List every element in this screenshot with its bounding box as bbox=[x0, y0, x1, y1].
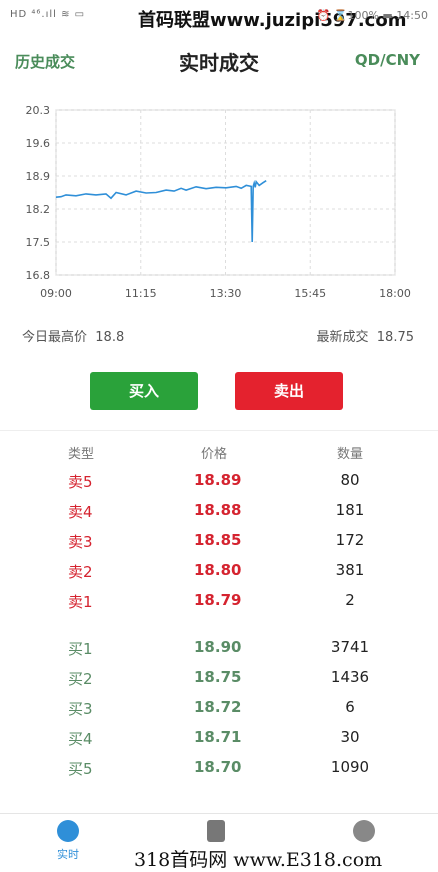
bid-type: 买5 bbox=[68, 760, 93, 778]
refresh-icon bbox=[57, 820, 79, 842]
bid-qty: 30 bbox=[340, 728, 360, 746]
price-chart: 20.3 19.6 18.9 18.2 17.5 16.8 09:00 11:15 13:30… bbox=[26, 104, 411, 300]
ask-row[interactable]: 卖5 18.89 80 bbox=[0, 471, 438, 499]
tab-profile[interactable] bbox=[334, 820, 394, 846]
ask-price: 18.85 bbox=[194, 531, 242, 549]
price-line bbox=[55, 179, 267, 243]
last-trade: 最新成交 18.75 bbox=[317, 326, 415, 345]
bid-price: 18.71 bbox=[194, 728, 242, 746]
header-price: 价格 bbox=[201, 447, 228, 462]
today-high-label: 今日最高价 bbox=[22, 330, 88, 345]
ask-qty: 172 bbox=[335, 531, 365, 549]
ask-price: 18.80 bbox=[194, 561, 242, 579]
x-tick-label: 13:30 bbox=[210, 287, 242, 300]
x-tick-label: 18:00 bbox=[379, 287, 411, 300]
last-trade-value: 18.75 bbox=[376, 330, 414, 345]
tab-realtime[interactable]: 实时 bbox=[38, 820, 98, 862]
bid-qty: 6 bbox=[345, 698, 355, 716]
ask-type: 卖3 bbox=[68, 533, 93, 551]
ask-type: 卖1 bbox=[68, 593, 93, 611]
ask-qty: 181 bbox=[335, 501, 365, 519]
x-tick-label: 15:45 bbox=[294, 287, 326, 300]
ask-row[interactable]: 卖4 18.88 181 bbox=[0, 501, 438, 529]
pair-selector[interactable]: QD/CNY bbox=[355, 51, 420, 69]
last-trade-label: 最新成交 bbox=[316, 330, 369, 345]
bid-row[interactable]: 买3 18.72 6 bbox=[0, 698, 438, 726]
y-tick-label: 16.8 bbox=[26, 269, 51, 282]
table-header: 类型 价格 数量 bbox=[0, 443, 438, 471]
header-qty: 数量 bbox=[336, 447, 363, 462]
header-type: 类型 bbox=[68, 447, 95, 462]
ask-type: 卖5 bbox=[68, 473, 93, 491]
ask-qty: 80 bbox=[340, 471, 360, 489]
x-tick-label: 11:15 bbox=[125, 287, 157, 300]
status-right: ⏰ ⌛100% ▬ 14:50 bbox=[316, 9, 428, 22]
x-axis-labels: 09:00 11:15 13:30 15:45 18:00 bbox=[40, 287, 411, 300]
today-high: 今日最高价 18.8 bbox=[22, 326, 124, 345]
y-tick-label: 20.3 bbox=[26, 104, 51, 117]
ask-row[interactable]: 卖3 18.85 172 bbox=[0, 531, 438, 559]
y-axis-labels: 20.3 19.6 18.9 18.2 17.5 16.8 bbox=[26, 104, 51, 282]
divider bbox=[0, 430, 438, 431]
bid-type: 买3 bbox=[68, 700, 93, 718]
nav-bar: 历史成交 实时成交 QD/CNY bbox=[0, 34, 438, 88]
y-tick-label: 18.2 bbox=[26, 203, 51, 216]
sell-button[interactable]: 卖出 bbox=[235, 372, 343, 410]
buy-button[interactable]: 买入 bbox=[90, 372, 198, 410]
tab-orders[interactable] bbox=[186, 820, 246, 846]
ask-price: 18.79 bbox=[194, 591, 242, 609]
y-tick-label: 18.9 bbox=[26, 170, 51, 183]
today-high-value: 18.8 bbox=[95, 330, 125, 345]
footer-watermark: 318首码网 www.E318.com bbox=[134, 845, 383, 872]
bid-row[interactable]: 买5 18.70 1090 bbox=[0, 758, 438, 786]
bid-price: 18.70 bbox=[194, 758, 242, 776]
bid-type: 买1 bbox=[68, 640, 93, 658]
y-tick-label: 19.6 bbox=[26, 137, 51, 150]
bid-row[interactable]: 买4 18.71 30 bbox=[0, 728, 438, 756]
bid-price: 18.90 bbox=[194, 638, 242, 656]
ask-price: 18.89 bbox=[194, 471, 242, 489]
ask-price: 18.88 bbox=[194, 501, 242, 519]
clipboard-icon bbox=[207, 820, 225, 842]
y-tick-label: 17.5 bbox=[26, 236, 51, 249]
x-tick-label: 09:00 bbox=[40, 287, 72, 300]
chart-grid bbox=[55, 109, 396, 276]
ask-row[interactable]: 卖2 18.80 381 bbox=[0, 561, 438, 589]
ask-qty: 2 bbox=[345, 591, 355, 609]
bid-row[interactable]: 买1 18.90 3741 bbox=[0, 638, 438, 666]
tab-realtime-label: 实时 bbox=[57, 848, 79, 861]
bid-price: 18.75 bbox=[194, 668, 242, 686]
user-icon bbox=[353, 820, 375, 842]
bid-price: 18.72 bbox=[194, 698, 242, 716]
bid-row[interactable]: 买2 18.75 1436 bbox=[0, 668, 438, 696]
bid-type: 买4 bbox=[68, 730, 93, 748]
ask-type: 卖4 bbox=[68, 503, 93, 521]
bid-qty: 3741 bbox=[330, 638, 370, 656]
ask-row[interactable]: 卖1 18.79 2 bbox=[0, 591, 438, 619]
bid-qty: 1436 bbox=[330, 668, 370, 686]
ask-type: 卖2 bbox=[68, 563, 93, 581]
bid-qty: 1090 bbox=[330, 758, 370, 776]
ask-qty: 381 bbox=[335, 561, 365, 579]
status-icons: HD ⁴⁶.ıll ≋ ▭ bbox=[10, 9, 86, 20]
bid-type: 买2 bbox=[68, 670, 93, 688]
status-bar: HD ⁴⁶.ıll ≋ ▭ 首码联盟www.juzipi597.com ⏰ ⌛1… bbox=[0, 0, 438, 34]
